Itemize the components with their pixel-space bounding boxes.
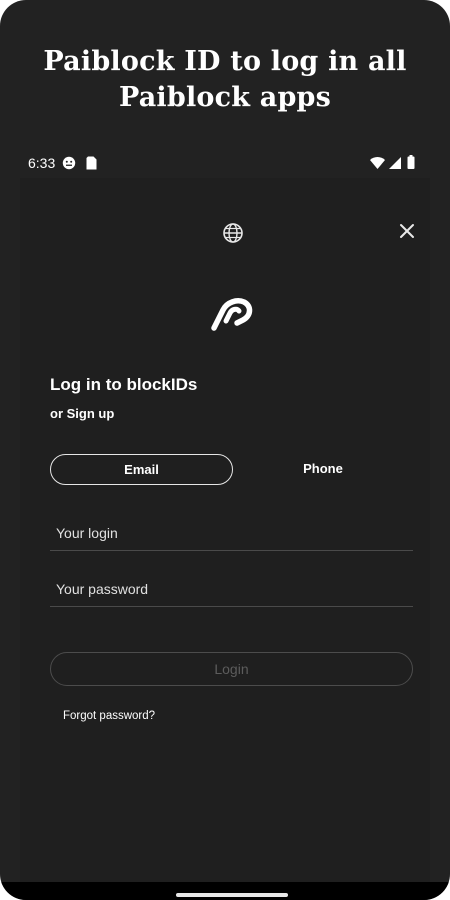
promo-title-line1: Paiblock ID to log in all xyxy=(43,46,407,77)
sign-up-link[interactable]: or Sign up xyxy=(50,406,114,421)
login-field xyxy=(50,516,413,551)
password-field xyxy=(50,572,413,607)
home-indicator[interactable] xyxy=(176,893,288,897)
cellular-signal-icon xyxy=(389,157,401,169)
tab-email[interactable]: Email xyxy=(50,454,233,485)
sim-card-icon xyxy=(86,156,97,170)
globe-icon[interactable] xyxy=(222,222,244,244)
status-time: 6:33 xyxy=(28,155,56,171)
face-notification-icon xyxy=(62,156,76,170)
tab-phone[interactable]: Phone xyxy=(233,454,413,484)
wifi-icon xyxy=(370,157,385,169)
phone-frame: Paiblock ID to log in all Paiblock apps … xyxy=(0,0,450,900)
promo-title: Paiblock ID to log in all Paiblock apps xyxy=(0,44,450,116)
paiblock-logo-icon xyxy=(211,298,253,331)
status-bar: 6:33 xyxy=(0,150,450,178)
promo-title-line2: Paiblock apps xyxy=(118,82,332,113)
close-icon[interactable] xyxy=(396,220,418,242)
login-input[interactable] xyxy=(50,516,413,550)
navigation-bar xyxy=(0,882,450,900)
forgot-password-link[interactable]: Forgot password? xyxy=(63,710,155,722)
battery-icon xyxy=(407,155,415,169)
login-title: Log in to blockIDs xyxy=(50,375,198,394)
login-button[interactable]: Login xyxy=(50,652,413,686)
password-input[interactable] xyxy=(50,572,413,606)
